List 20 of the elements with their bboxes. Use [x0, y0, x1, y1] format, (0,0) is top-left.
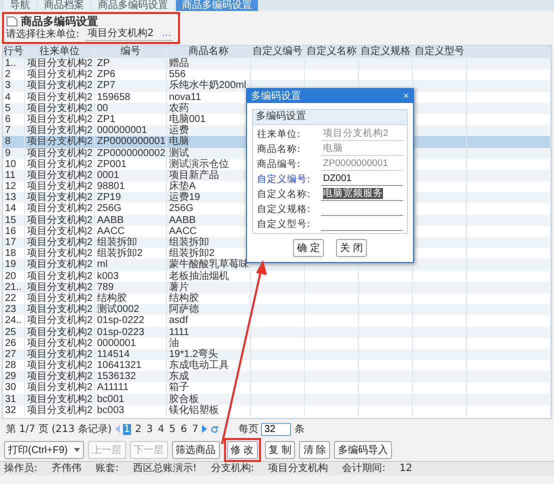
status-value: 西区总账演示!	[132, 462, 197, 475]
page-summary: 第 1/7 页 (213 条记录)	[6, 423, 112, 436]
field-label: 自定义规格:	[257, 202, 312, 216]
field-label: 自定义编号:	[257, 172, 312, 186]
field-label: 商品名称:	[257, 142, 302, 156]
status-value: 项目分支机构	[268, 462, 328, 475]
status-value: 齐伟伟	[51, 462, 82, 475]
field-label: 请选择往来单位:	[6, 28, 80, 40]
status-label: 分支机构:	[210, 462, 254, 475]
field-label: 往来单位:	[257, 128, 302, 140]
per-page-unit: 条	[294, 423, 304, 436]
field-label: 商品编号:	[257, 158, 302, 170]
per-page-label: 每页	[238, 423, 258, 436]
status-label: 会计期间:	[342, 462, 386, 475]
dialog-title: 多编码设置	[251, 90, 301, 103]
status-value: 12	[400, 462, 412, 475]
status-label: 操作员:	[4, 462, 38, 475]
status-label: 账套:	[95, 462, 119, 475]
section-title: 多编码设置	[253, 110, 407, 125]
page-title: 商品多编码设置	[21, 15, 98, 28]
